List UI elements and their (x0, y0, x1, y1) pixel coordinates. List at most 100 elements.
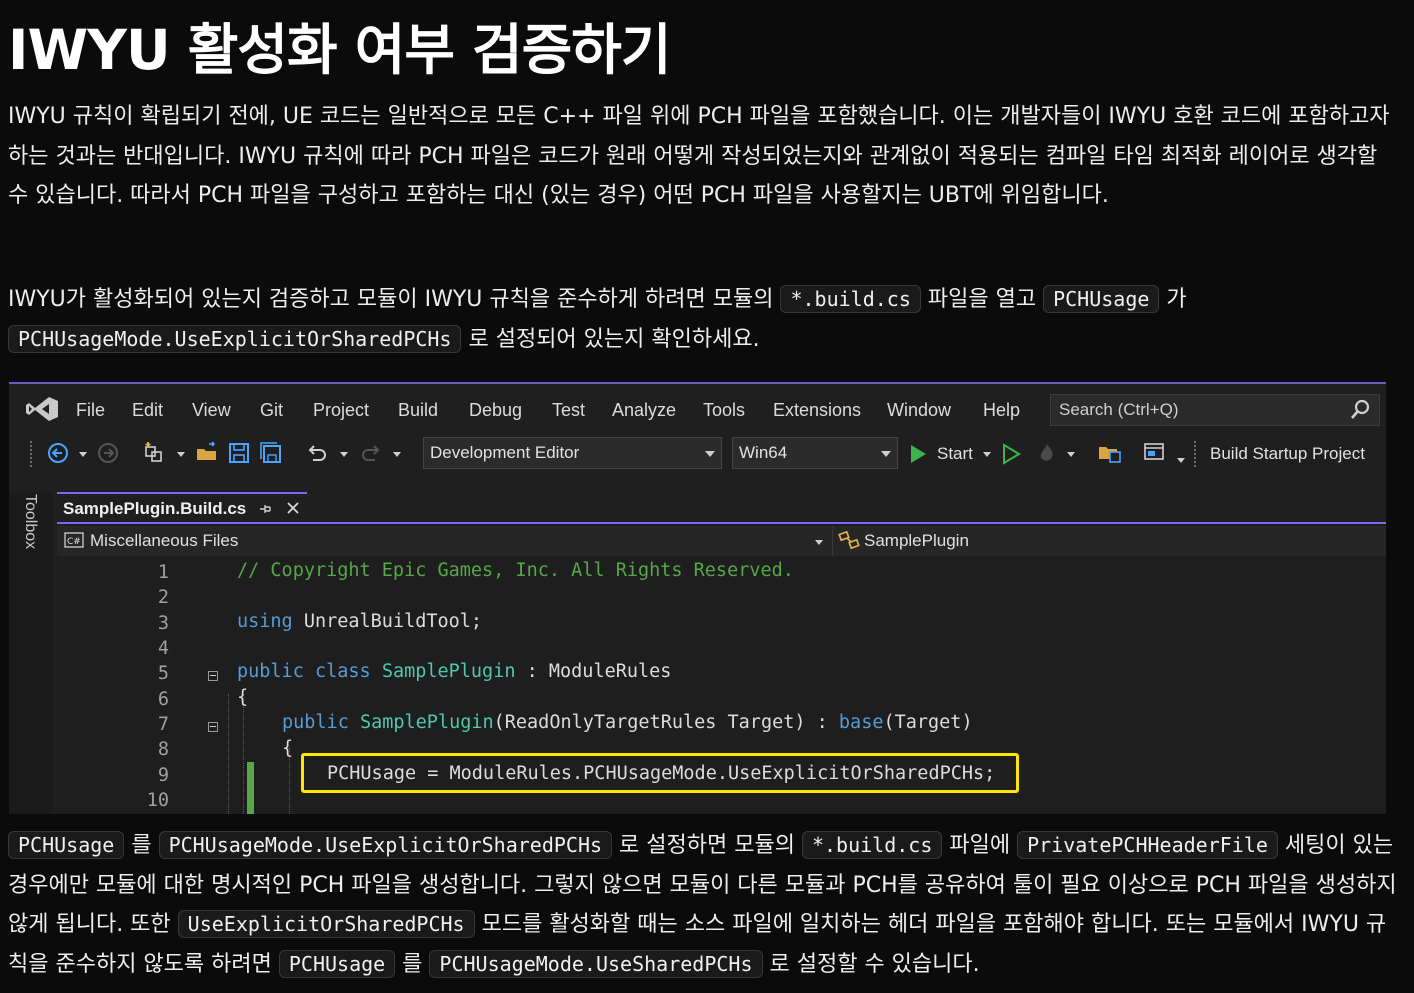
parameter-name: Target (716, 712, 795, 733)
tab-sampleplugin-build-cs[interactable]: SamplePlugin.Build.cs (57, 492, 307, 522)
menu-file[interactable]: File (76, 400, 105, 421)
menu-test[interactable]: Test (552, 400, 585, 421)
document: IWYU 활성화 여부 검증하기 IWYU 규칙이 확립되기 전에, UE 코드… (0, 0, 1414, 993)
menu-project[interactable]: Project (313, 400, 369, 421)
forward-icon[interactable] (97, 442, 119, 464)
back-icon[interactable] (47, 442, 69, 464)
chevron-down-icon (881, 451, 891, 457)
text-run: IWYU가 활성화되어 있는지 검증하고 모듈이 IWYU 규칙을 준수하게 하… (8, 287, 781, 312)
toolbar-grip[interactable] (1193, 440, 1197, 468)
menu-debug[interactable]: Debug (469, 400, 522, 421)
build-startup-project-button[interactable]: Build Startup Project (1210, 444, 1365, 464)
new-dropdown-icon[interactable] (177, 452, 185, 457)
inline-code: PrivatePCHHeaderFile (1017, 831, 1278, 859)
change-indicator (247, 762, 254, 814)
intro-paragraph: IWYU 규칙이 확립되기 전에, UE 코드는 일반적으로 모든 C++ 파일… (8, 104, 1390, 208)
overflow-dropdown-icon[interactable] (1177, 458, 1185, 463)
search-icon (1351, 399, 1370, 419)
menu-window[interactable]: Window (887, 400, 951, 421)
inline-code: UseExplicitOrSharedPCHs (177, 910, 475, 938)
undo-icon[interactable] (305, 441, 329, 465)
solution-explorer-icon[interactable] (1097, 441, 1123, 465)
menu-analyze[interactable]: Analyze (612, 400, 676, 421)
collapse-icon[interactable] (208, 722, 218, 732)
csharp-file-icon: C# (64, 532, 84, 548)
platform-value: Win64 (739, 443, 788, 462)
hot-reload-icon[interactable] (1035, 442, 1059, 466)
open-folder-icon[interactable] (195, 441, 219, 465)
save-icon[interactable] (227, 441, 251, 465)
type-dropdown[interactable]: SamplePlugin (864, 531, 969, 551)
text-run: 로 설정하면 모듈의 (612, 833, 802, 858)
inline-code: PCHUsage (8, 831, 125, 859)
document-tab-bar: SamplePlugin.Build.cs (57, 492, 1386, 522)
undo-dropdown-icon[interactable] (340, 452, 348, 457)
code-line-1: // Copyright Epic Games, Inc. All Rights… (237, 560, 794, 581)
text-run: 가 (1159, 287, 1187, 312)
close-icon[interactable] (285, 500, 301, 516)
code-line-5: public class SamplePlugin : ModuleRules (237, 661, 671, 682)
class-icon (838, 530, 860, 550)
menu-edit[interactable]: Edit (132, 400, 163, 421)
start-dropdown-icon[interactable] (983, 452, 991, 457)
start-play-icon[interactable] (908, 443, 928, 465)
code-text: ( (493, 712, 505, 733)
pin-icon[interactable] (259, 503, 271, 515)
text-run: 파일을 열고 (920, 287, 1044, 312)
toolbox-label[interactable]: Toolbox (21, 494, 39, 549)
tab-underline (57, 522, 1386, 524)
page-title: IWYU 활성화 여부 검증하기 (8, 18, 671, 82)
window-layout-icon[interactable] (1143, 441, 1167, 465)
line-number: 4 (157, 638, 169, 659)
line-number: 6 (157, 689, 169, 710)
line-number: 10 (146, 790, 169, 811)
explanation-paragraph: PCHUsage 를 PCHUsageMode.UseExplicitOrSha… (8, 826, 1403, 984)
platform-dropdown[interactable]: Win64 (732, 437, 898, 469)
menu-extensions[interactable]: Extensions (773, 400, 861, 421)
text-run: 로 설정되어 있는지 확인하세요. (461, 326, 760, 352)
menu-tools[interactable]: Tools (703, 400, 745, 421)
redo-dropdown-icon[interactable] (393, 452, 401, 457)
search-box[interactable]: Search (Ctrl+Q) (1050, 394, 1380, 426)
menu-help[interactable]: Help (983, 400, 1020, 421)
code-text: ) : (794, 712, 839, 733)
text-run: 로 설정할 수 있습니다. (762, 951, 980, 977)
menu-build[interactable]: Build (398, 400, 438, 421)
hot-reload-dropdown-icon[interactable] (1067, 452, 1075, 457)
keyword: using (237, 611, 293, 632)
inline-code: PCHUsageMode.UseSharedPCHs (429, 949, 763, 978)
code-text: UnrealBuildTool; (292, 611, 483, 632)
code-line-8: { (282, 738, 294, 759)
line-number: 8 (157, 739, 169, 760)
menu-view[interactable]: View (192, 400, 231, 421)
inline-code: PCHUsage (1043, 285, 1160, 313)
keyword: base (838, 712, 884, 733)
tab-title: SamplePlugin.Build.cs (63, 499, 247, 518)
keyword: class (314, 661, 371, 682)
menu-git[interactable]: Git (260, 400, 283, 421)
code-editor[interactable]: 1 2 3 4 5 6 7 8 9 10 // Copyright Epic G… (57, 558, 1386, 814)
toolbar-grip[interactable] (29, 440, 33, 468)
redo-icon[interactable] (359, 441, 383, 465)
start-without-debugging-icon[interactable] (1001, 443, 1021, 465)
inline-code: *.build.cs (780, 285, 921, 313)
indent-guide (228, 694, 229, 814)
new-project-icon[interactable] (143, 441, 167, 465)
inline-code: PCHUsageMode.UseExplicitOrSharedPCHs (158, 831, 613, 859)
search-placeholder: Search (Ctrl+Q) (1059, 400, 1179, 419)
back-dropdown-icon[interactable] (79, 452, 87, 457)
text-run: 파일에 (942, 833, 1018, 858)
configuration-dropdown[interactable]: Development Editor (423, 437, 722, 469)
method-name: SamplePlugin (359, 712, 494, 733)
save-all-icon[interactable] (259, 441, 283, 465)
chevron-down-icon[interactable] (815, 540, 823, 545)
start-button[interactable]: Start (937, 444, 973, 464)
inline-code: PCHUsageMode.UseExplicitOrSharedPCHs (8, 324, 462, 353)
collapse-icon[interactable] (208, 671, 218, 681)
text-run: 를 (124, 833, 159, 858)
chevron-down-icon (705, 451, 715, 457)
keyword: public (237, 661, 304, 682)
indent-guide (243, 694, 244, 814)
project-dropdown[interactable]: Miscellaneous Files (90, 531, 238, 551)
verify-paragraph: IWYU가 활성화되어 있는지 검증하고 모듈이 IWYU 규칙을 준수하게 하… (8, 280, 1403, 359)
